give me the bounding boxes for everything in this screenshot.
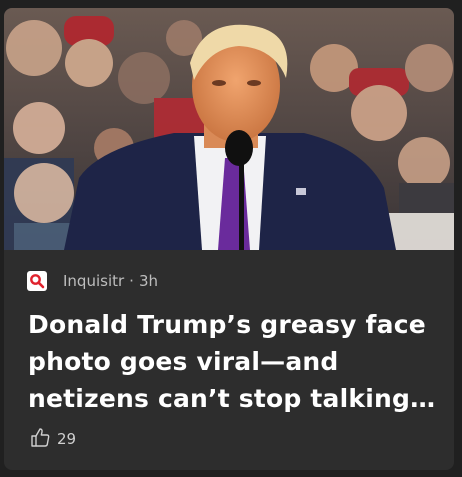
article-age: 3h	[138, 272, 159, 290]
article-headline[interactable]: Donald Trump’s greasy face photo goes vi…	[28, 306, 440, 417]
magnifier-logo-icon	[27, 271, 47, 291]
article-image[interactable]	[4, 8, 454, 250]
like-count: 29	[57, 430, 77, 448]
meta-separator: ·	[129, 272, 134, 290]
news-card[interactable]: Inquisitr · 3h Donald Trump’s greasy fac…	[4, 8, 454, 470]
publisher-name[interactable]: Inquisitr	[63, 272, 124, 290]
article-actions: 29	[29, 426, 76, 452]
rally-photo	[4, 8, 454, 250]
article-meta: Inquisitr · 3h	[27, 270, 158, 292]
thumbs-up-icon	[29, 426, 51, 452]
like-button[interactable]: 29	[29, 426, 76, 452]
